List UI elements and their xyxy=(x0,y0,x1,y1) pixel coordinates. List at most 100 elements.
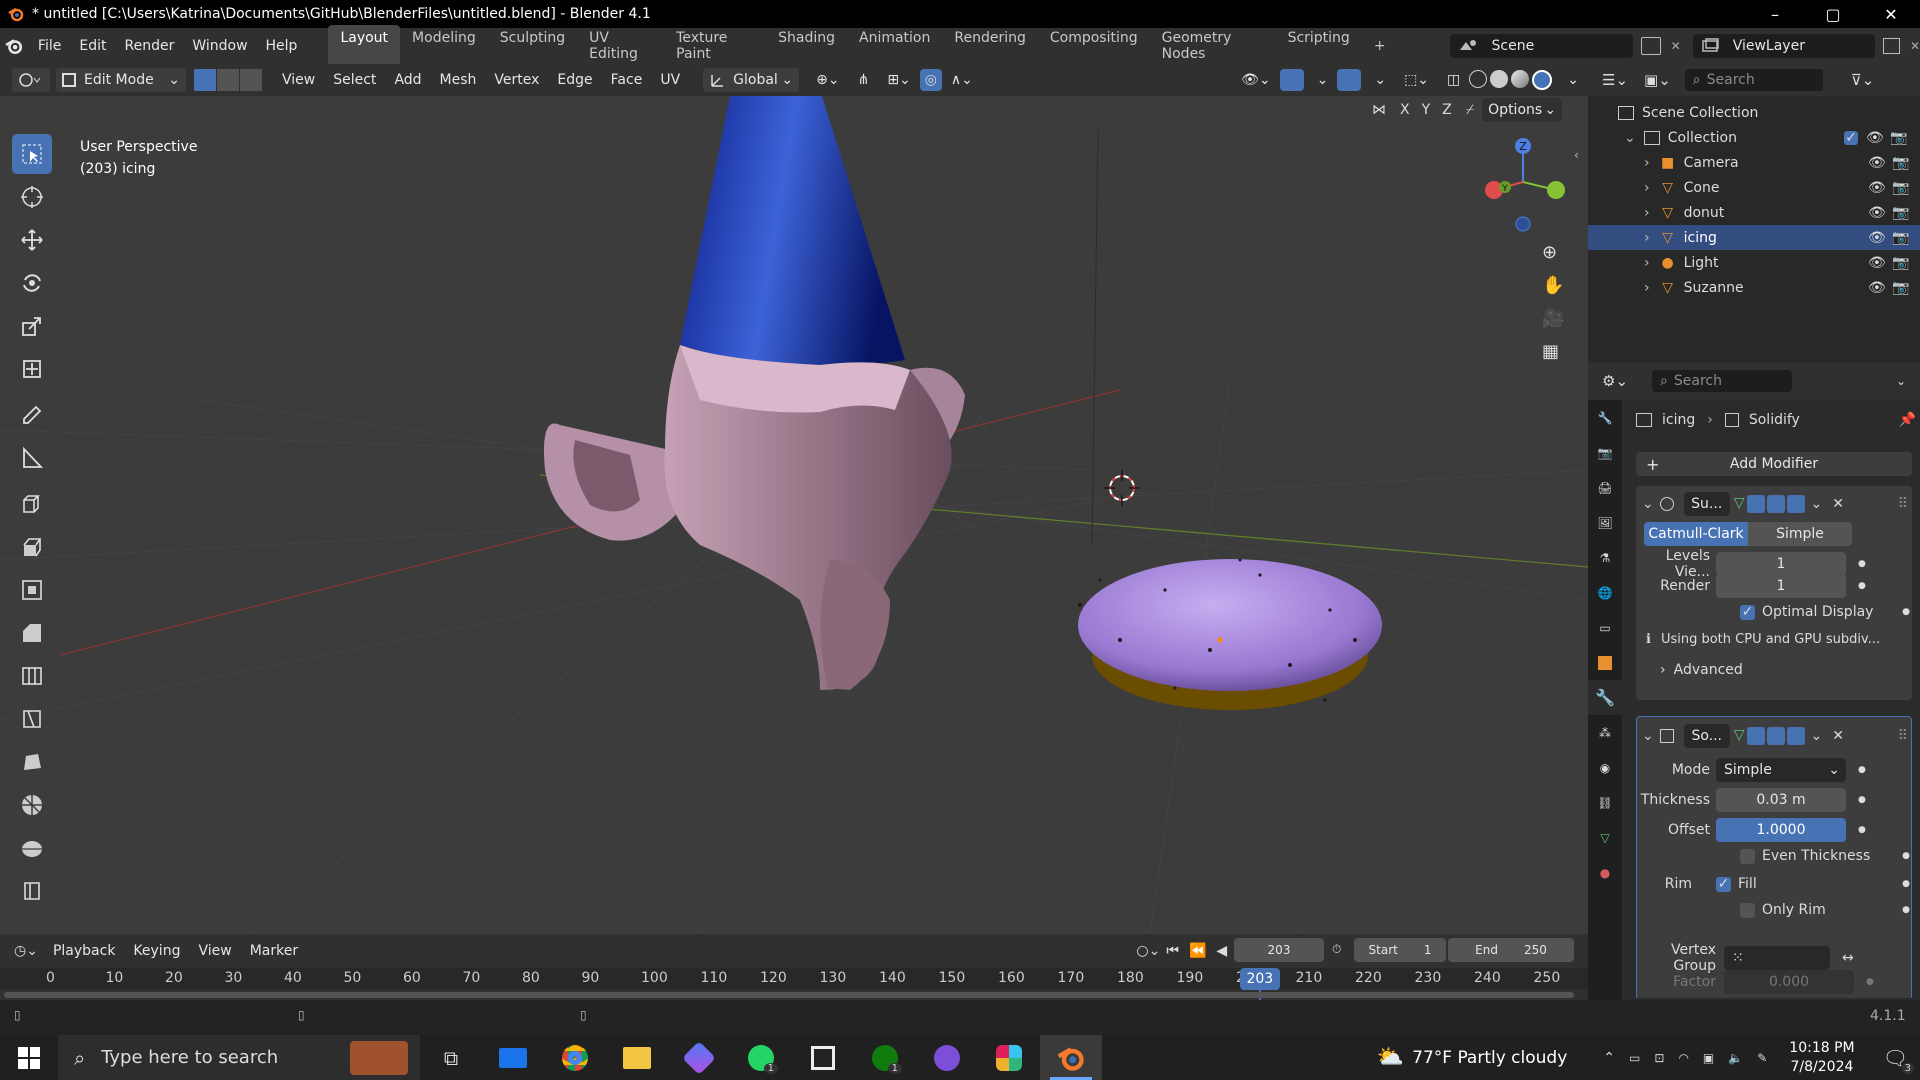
stopwatch-icon[interactable]: ⏱ xyxy=(1332,942,1341,957)
cursor-tool[interactable] xyxy=(12,177,52,217)
data-tab-icon[interactable]: ▽ xyxy=(1588,820,1622,855)
snap-target-icon[interactable]: ⊞⌄ xyxy=(878,72,919,88)
header-menu-uv[interactable]: UV xyxy=(651,72,689,88)
render-keyframe-dot[interactable]: ● xyxy=(1858,581,1866,591)
pan-hand-icon[interactable]: ✋ xyxy=(1542,275,1564,296)
xbox-icon[interactable]: 1 xyxy=(854,1035,916,1080)
constraints-tab-icon[interactable]: ⛓ xyxy=(1588,785,1622,820)
physics-tab-icon[interactable]: ◉ xyxy=(1588,750,1622,785)
mail-icon[interactable] xyxy=(482,1035,544,1080)
solidify-name-field[interactable]: So... xyxy=(1683,724,1730,748)
falloff-icon[interactable]: ∧⌄ xyxy=(942,72,982,88)
expand-icon[interactable]: › xyxy=(1644,155,1650,171)
options-dropdown[interactable]: Options ⌄ xyxy=(1482,98,1563,122)
visibility-icon[interactable]: 👁⌄ xyxy=(1232,72,1280,88)
outliner-item-suzanne[interactable]: › ▽ Suzanne 👁 📷 xyxy=(1588,275,1920,300)
header-menu-vertex[interactable]: Vertex xyxy=(485,72,548,88)
copilot-icon[interactable] xyxy=(668,1035,730,1080)
menu-help[interactable]: Help xyxy=(257,38,307,54)
header-menu-edge[interactable]: Edge xyxy=(548,72,601,88)
subsurf-drag-handle-icon[interactable]: ⠿ xyxy=(1898,496,1908,512)
pin-icon[interactable]: 📌 xyxy=(1899,412,1916,428)
outliner-editor-icon[interactable]: ☰⌄ xyxy=(1602,71,1628,89)
outliner-item-camera[interactable]: › ■ Camera 👁 📷 xyxy=(1588,150,1920,175)
outliner-search[interactable]: ⌕ Search xyxy=(1684,69,1823,91)
menu-edit[interactable]: Edit xyxy=(70,38,115,54)
eye-icon[interactable]: 👁 xyxy=(1868,255,1886,271)
workspace-tab-compositing[interactable]: Compositing xyxy=(1038,25,1150,67)
wireframe-shading-icon[interactable] xyxy=(1469,70,1488,88)
outliner-item-icing[interactable]: › ▽ icing 👁 📷 xyxy=(1588,225,1920,250)
filter-icon[interactable]: ⊽⌄ xyxy=(1851,71,1875,89)
xray-toggle-icon[interactable]: ◫ xyxy=(1438,72,1469,88)
invert-vertex-group-icon[interactable]: ↔ xyxy=(1842,950,1854,966)
camera-render-icon[interactable]: 📷 xyxy=(1892,230,1909,246)
volume-icon[interactable]: 🔈 xyxy=(1728,1051,1743,1065)
solidify-editmode-icon[interactable] xyxy=(1746,727,1765,745)
taskbar-search[interactable]: ⌕ Type here to search xyxy=(58,1035,420,1080)
subsurf-remove-icon[interactable]: ✕ xyxy=(1832,496,1844,512)
levels-viewport-field[interactable]: 1 xyxy=(1716,552,1846,576)
camera-render-icon[interactable]: 📷 xyxy=(1892,180,1909,196)
zoom-icon[interactable]: ⊕ xyxy=(1542,242,1564,263)
expand-icon[interactable]: › xyxy=(1644,180,1650,196)
even-thickness-checkbox[interactable] xyxy=(1740,848,1755,864)
mesh-edit-overlays-icon[interactable]: ⬚⌄ xyxy=(1395,72,1438,88)
factor-field[interactable]: 0.000 xyxy=(1724,970,1854,994)
expand-icon[interactable]: › xyxy=(1644,205,1650,221)
menu-render[interactable]: Render xyxy=(115,38,183,54)
workspace-tab-uv-editing[interactable]: UV Editing xyxy=(577,25,664,67)
tool-tab-icon[interactable]: 🔧 xyxy=(1588,400,1622,435)
eye-icon[interactable]: 👁 xyxy=(1868,280,1886,296)
display-mode-icon[interactable]: ▣⌄ xyxy=(1644,71,1671,89)
scene-selector[interactable]: Scene xyxy=(1449,34,1634,58)
mirror-axis-z[interactable]: Z xyxy=(1436,102,1458,118)
solid-shading-icon[interactable] xyxy=(1490,70,1509,88)
task-view-icon[interactable]: ⧉ xyxy=(420,1035,482,1080)
eye-icon[interactable]: 👁 xyxy=(1868,180,1886,196)
camera-render-icon[interactable]: 📷 xyxy=(1890,130,1907,146)
chrome-icon[interactable] xyxy=(544,1035,606,1080)
annotate-tool[interactable] xyxy=(12,395,52,435)
solidify-collapse-icon[interactable]: ⌄ xyxy=(1642,728,1654,744)
output-tab-icon[interactable]: 🖨 xyxy=(1588,470,1622,505)
header-menu-add[interactable]: Add xyxy=(385,72,430,88)
mirror-icon[interactable]: ⋈ xyxy=(1372,102,1386,118)
catmull-clark-tab[interactable]: Catmull-Clark xyxy=(1644,522,1748,546)
close-button[interactable]: ✕ xyxy=(1862,5,1920,24)
world-tab-icon[interactable]: 🌐 xyxy=(1588,575,1622,610)
properties-search[interactable]: ⌕ Search xyxy=(1652,370,1793,392)
display-icon[interactable]: ▣ xyxy=(1703,1051,1714,1065)
workspace-tab-texture-paint[interactable]: Texture Paint xyxy=(664,25,766,67)
expand-icon[interactable]: › xyxy=(1644,280,1650,296)
spin-tool[interactable] xyxy=(12,785,52,825)
solidify-remove-icon[interactable]: ✕ xyxy=(1832,728,1844,744)
simple-tab[interactable]: Simple xyxy=(1748,522,1852,546)
remove-scene-icon[interactable]: ✕ xyxy=(1671,39,1681,53)
properties-options-icon[interactable]: ⌄ xyxy=(1896,374,1906,388)
smooth-tool[interactable] xyxy=(12,828,52,868)
optimal-display-checkbox[interactable]: ✓ xyxy=(1740,604,1755,620)
outliner-item-light[interactable]: › ● Light 👁 📷 xyxy=(1588,250,1920,275)
subsurf-name-field[interactable]: Su... xyxy=(1683,492,1730,516)
inset-faces-tool[interactable] xyxy=(12,570,52,610)
shading-dropdown-icon[interactable]: ⌄ xyxy=(1558,72,1588,88)
particles-tab-icon[interactable]: ⁂ xyxy=(1588,715,1622,750)
rendered-shading-icon[interactable] xyxy=(1532,70,1553,90)
blender-taskbar-icon[interactable] xyxy=(1040,1035,1102,1080)
subsurf-viewport-icon[interactable] xyxy=(1766,495,1785,513)
gizmo-dropdown-icon[interactable]: ⌄ xyxy=(1308,72,1338,88)
collection-tab-icon[interactable]: ▭ xyxy=(1588,610,1622,645)
add-workspace-button[interactable]: + xyxy=(1362,33,1398,59)
minecraft-icon[interactable] xyxy=(792,1035,854,1080)
bevel-tool[interactable] xyxy=(12,613,52,653)
select-box-tool[interactable] xyxy=(12,134,52,174)
workspace-tab-animation[interactable]: Animation xyxy=(847,25,942,67)
levels-keyframe-dot[interactable]: ● xyxy=(1858,559,1866,569)
mirror-axis-x[interactable]: X xyxy=(1394,102,1416,118)
vertex-group-field[interactable]: ⁙ xyxy=(1724,946,1830,970)
github-icon[interactable] xyxy=(916,1035,978,1080)
show-hidden-icons-icon[interactable]: ⌃ xyxy=(1603,1050,1615,1066)
poly-build-tool[interactable] xyxy=(12,742,52,782)
header-menu-select[interactable]: Select xyxy=(324,72,385,88)
